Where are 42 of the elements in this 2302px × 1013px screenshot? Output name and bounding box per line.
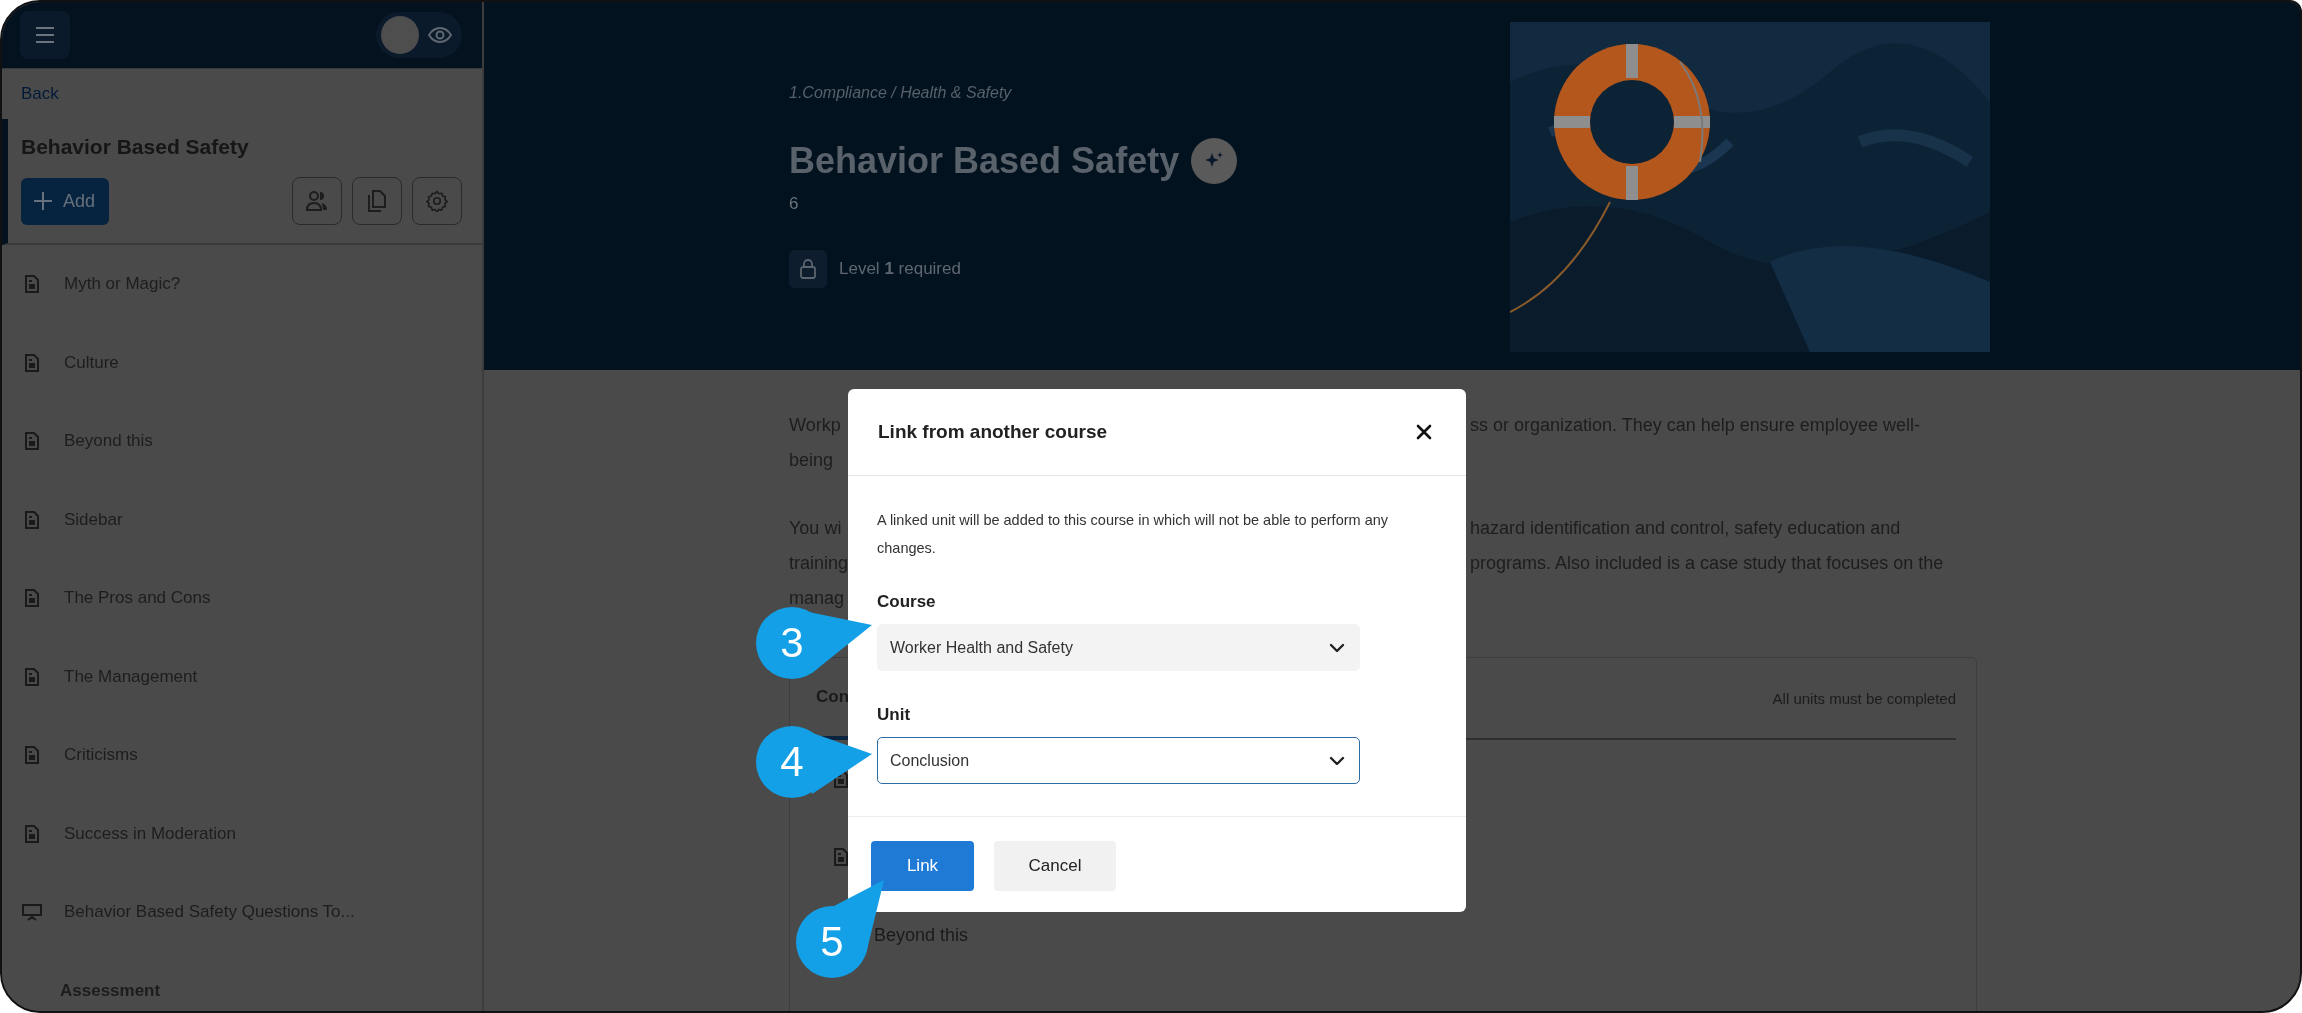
lock-icon <box>789 250 827 288</box>
document-icon <box>22 353 42 372</box>
plus-icon <box>33 191 53 211</box>
document-icon <box>22 275 42 294</box>
dialog-description: A linked unit will be added to this course in which will not be able to perform any changes. <box>877 511 1389 558</box>
document-icon <box>22 824 42 843</box>
link-button[interactable]: Link <box>871 841 974 891</box>
preview-toggle[interactable] <box>376 12 462 58</box>
breadcrumb: 1.Compliance / Health & Safety <box>789 84 1013 102</box>
settings-button[interactable] <box>412 177 462 225</box>
step-callout: 3 <box>754 605 874 681</box>
chevron-down-icon <box>1329 642 1345 653</box>
eye-icon <box>428 26 452 44</box>
cancel-button[interactable]: Cancel <box>994 841 1116 891</box>
unit-count: 6 <box>789 194 800 214</box>
document-icon <box>22 432 42 451</box>
sparkle-icon[interactable] <box>1191 138 1238 184</box>
document-icon <box>22 589 42 608</box>
document-icon <box>22 510 42 529</box>
dialog-title: Link from another course <box>878 421 1108 443</box>
menu-icon <box>34 26 56 44</box>
add-button[interactable]: Add <box>21 177 110 225</box>
document-icon <box>22 746 42 765</box>
presentation-icon <box>22 903 42 922</box>
close-icon <box>1416 424 1432 440</box>
field-label: Unit <box>877 705 912 725</box>
settings-icon <box>426 190 448 212</box>
document-icon <box>22 667 42 686</box>
course-title: Behavior Based Safety <box>789 140 1180 182</box>
users-icon <box>305 190 329 212</box>
level-requirement: Level 1 required <box>839 259 961 279</box>
field-label: Course <box>877 592 937 612</box>
chevron-down-icon <box>1329 755 1345 766</box>
copy-button[interactable] <box>352 177 402 225</box>
dropdown-field[interactable]: Worker Health and Safety <box>877 624 1360 671</box>
copy-icon <box>367 189 387 213</box>
menu-button[interactable] <box>20 11 70 59</box>
step-callout: 4 <box>754 724 874 800</box>
document-icon <box>834 848 848 866</box>
dropdown-field[interactable]: Conclusion <box>877 737 1360 784</box>
users-button[interactable] <box>292 177 342 225</box>
back-link[interactable]: Back <box>21 84 59 104</box>
